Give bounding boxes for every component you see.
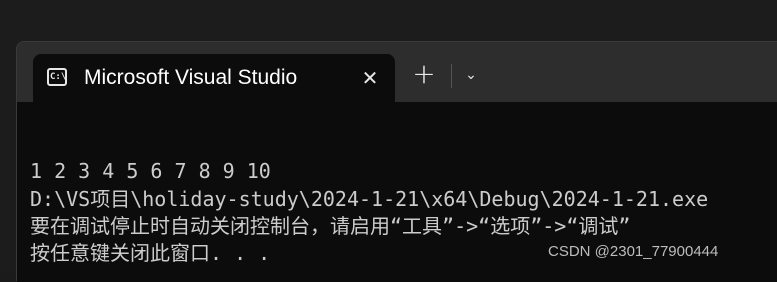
console-icon: C:\ (47, 68, 67, 86)
console-line-exe-path: D:\VS项目\holiday-study\2024-1-21\x64\Debu… (30, 187, 709, 211)
chevron-down-icon[interactable]: ⌄ (458, 62, 484, 88)
tab-microsoft-visual-studio[interactable]: C:\ Microsoft Visual Studio ✕ (33, 54, 395, 102)
new-tab-button[interactable]: + (407, 58, 441, 92)
close-tab-icon[interactable]: ✕ (359, 67, 381, 89)
console-line-press-any-key: 按任意键关闭此窗口. . . (30, 241, 271, 265)
csdn-watermark: CSDN @2301_77900444 (548, 243, 719, 260)
console-line-debug-hint: 要在调试停止时自动关闭控制台，请启用“工具”->“选项”->“调试” (30, 214, 631, 238)
desktop-background: C:\ Microsoft Visual Studio ✕ + ⌄ 1 2 3 … (0, 0, 777, 282)
tabbar-divider (451, 64, 452, 88)
tab-title: Microsoft Visual Studio (84, 66, 298, 89)
console-line-output: 1 2 3 4 5 6 7 8 9 10 (30, 159, 271, 183)
